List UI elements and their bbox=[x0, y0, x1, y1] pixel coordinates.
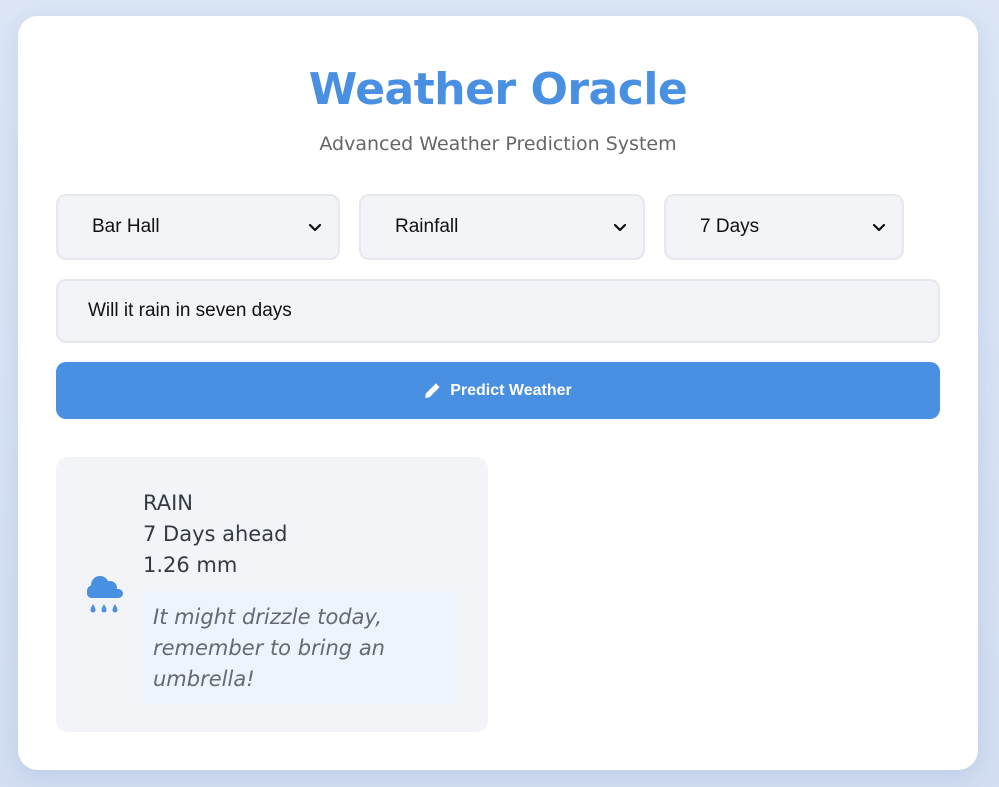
predict-weather-button[interactable]: Predict Weather bbox=[56, 362, 940, 419]
chevron-down-icon bbox=[872, 223, 886, 232]
days-select[interactable]: 7 Days bbox=[664, 194, 904, 260]
forecast-advice: It might drizzle today, remember to brin… bbox=[143, 591, 459, 703]
prediction-result-card: RAIN 7 Days ahead 1.26 mm It might drizz… bbox=[56, 457, 488, 732]
predict-weather-label: Predict Weather bbox=[450, 381, 572, 399]
forecast-type: RAIN bbox=[143, 491, 194, 515]
chevron-down-icon bbox=[613, 223, 627, 232]
days-select-value: 7 Days bbox=[700, 216, 760, 237]
pencil-icon bbox=[425, 383, 440, 398]
page-title: Weather Oracle bbox=[308, 64, 688, 115]
location-select[interactable]: Bar Hall bbox=[56, 194, 340, 260]
main-card: Weather Oracle Advanced Weather Predicti… bbox=[18, 16, 978, 770]
question-input[interactable] bbox=[56, 279, 940, 343]
cloud-rain-icon bbox=[87, 576, 123, 613]
forecast-days-ahead: 7 Days ahead bbox=[143, 522, 288, 546]
metric-select-value: Rainfall bbox=[395, 216, 459, 237]
metric-select[interactable]: Rainfall bbox=[359, 194, 645, 260]
page-subtitle: Advanced Weather Prediction System bbox=[319, 133, 677, 155]
chevron-down-icon bbox=[308, 223, 322, 232]
location-select-value: Bar Hall bbox=[92, 216, 160, 237]
forecast-value: 1.26 mm bbox=[143, 553, 238, 577]
